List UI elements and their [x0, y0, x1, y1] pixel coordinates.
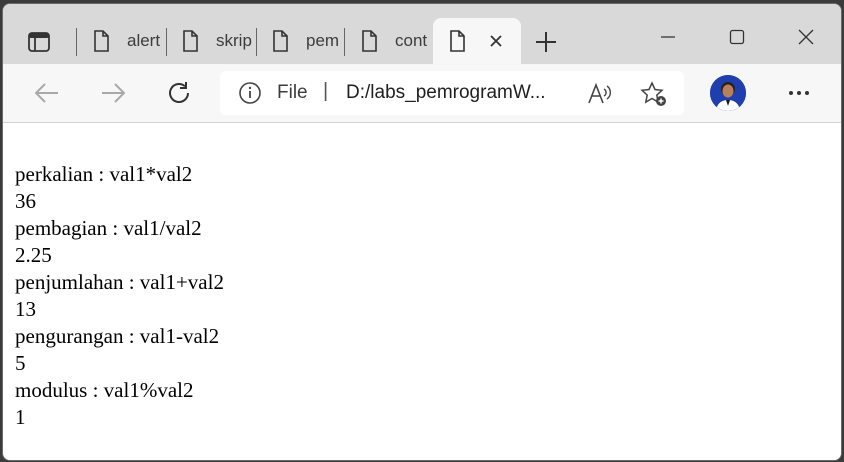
output-line: 13	[15, 297, 36, 321]
minimize-icon	[661, 36, 675, 38]
tab-label: cont	[395, 31, 428, 50]
refresh-icon	[169, 82, 189, 103]
arrow-left-icon	[34, 83, 58, 103]
document-icon	[94, 30, 109, 52]
output-line: 36	[15, 189, 36, 213]
plus-icon	[536, 32, 556, 52]
close-icon	[490, 35, 502, 47]
output-line: pembagian : val1/val2	[15, 216, 202, 240]
arrow-right-icon	[102, 83, 126, 103]
address-bar[interactable]: File | D:/labs_pemrogramW...	[220, 71, 684, 115]
tab-active[interactable]	[433, 18, 521, 64]
tab-strip: alert skrip pem cont	[3, 4, 841, 64]
output-line: 1	[15, 405, 26, 429]
more-icon	[789, 91, 809, 95]
close-icon	[798, 29, 814, 45]
tab-pem[interactable]: pem	[256, 18, 344, 64]
new-tab-button[interactable]	[532, 28, 560, 56]
browser-window: alert skrip pem cont File | D:/labs_pemr…	[2, 3, 842, 461]
forward-button[interactable]	[97, 77, 129, 109]
close-window-button[interactable]	[786, 20, 826, 54]
document-icon	[273, 30, 288, 52]
tab-actions-button[interactable]	[21, 24, 57, 60]
browser-toolbar: File | D:/labs_pemrogramW...	[3, 64, 841, 123]
tab-close-button[interactable]	[485, 30, 507, 52]
tab-skrip[interactable]: skrip	[166, 18, 256, 64]
refresh-button[interactable]	[163, 77, 195, 109]
output-line: penjumlahan : val1+val2	[15, 270, 224, 294]
document-icon	[362, 30, 377, 52]
output-line: 5	[15, 351, 26, 375]
address-scheme-label: File	[277, 82, 308, 103]
add-favorite-icon[interactable]	[640, 80, 668, 108]
profile-avatar[interactable]	[710, 75, 746, 111]
read-aloud-icon[interactable]	[586, 81, 612, 107]
output-line: modulus : val1%val2	[15, 378, 194, 402]
tab-actions-icon	[28, 32, 50, 52]
tab-label: skrip	[216, 31, 252, 50]
address-separator: |	[323, 80, 329, 102]
address-url[interactable]: D:/labs_pemrogramW...	[346, 82, 546, 104]
output-line: pengurangan : val1-val2	[15, 324, 220, 348]
output-line: perkalian : val1*val2	[15, 162, 193, 186]
page-content: perkalian : val1*val2 36 pembagian : val…	[3, 123, 841, 460]
tab-alert[interactable]: alert	[77, 18, 165, 64]
back-button[interactable]	[31, 77, 63, 109]
avatar-icon	[710, 75, 746, 111]
document-icon	[450, 30, 465, 52]
tab-label: pem	[306, 31, 340, 50]
output-line: 2.25	[15, 243, 52, 267]
output-lines: perkalian : val1*val2 36 pembagian : val…	[15, 161, 224, 431]
info-icon[interactable]	[238, 81, 262, 105]
document-icon	[183, 30, 198, 52]
tab-cont[interactable]: cont	[345, 18, 431, 64]
maximize-icon	[729, 29, 745, 45]
maximize-button[interactable]	[717, 20, 757, 54]
tab-label: alert	[127, 31, 161, 50]
minimize-button[interactable]	[648, 20, 688, 54]
settings-more-button[interactable]	[783, 77, 815, 109]
